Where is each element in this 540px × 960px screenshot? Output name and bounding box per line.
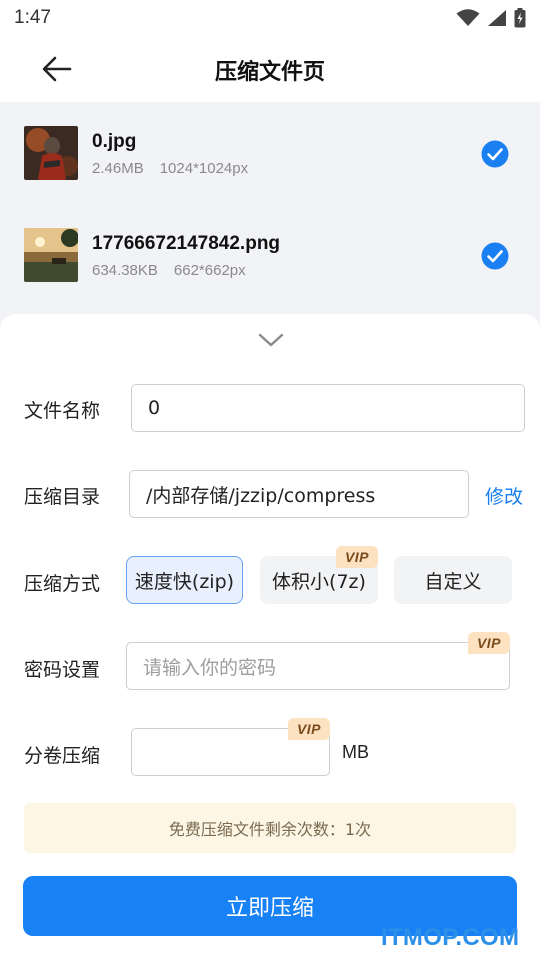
free-quota-notice: 免费压缩文件剩余次数：1次 [24,803,516,853]
method-option-custom[interactable]: 自定义 [394,556,512,604]
vip-badge: VIP [288,718,330,740]
file-name: 17766672147842.png [92,233,281,254]
file-name: 0.jpg [92,131,137,152]
password-label: 密码设置 [24,659,101,681]
wifi-icon [456,9,480,26]
password-placeholder: 请输入你的密码 [143,656,277,679]
method-option-label: 自定义 [424,570,482,593]
directory-value: /内部存储/jzzip/compress [146,484,376,507]
watermark-logo: ITMOP.COM [381,924,520,951]
split-volume-label: 分卷压缩 [24,745,101,767]
file-dimensions: 662*662px [173,262,246,279]
chevron-down-icon [258,333,284,347]
filename-input[interactable]: 0 [131,384,525,432]
file-size: 634.38KB [92,262,158,279]
vip-badge: VIP [336,546,378,568]
free-quota-text: 免费压缩文件剩余次数：1次 [168,820,372,839]
directory-input[interactable]: /内部存储/jzzip/compress [129,470,469,518]
file-selected-checkbox[interactable] [481,242,509,270]
battery-icon [514,8,526,28]
modify-directory-link[interactable]: 修改 [485,482,523,509]
method-label: 压缩方式 [24,573,101,595]
status-bar: 1:47 [0,0,540,36]
directory-label: 压缩目录 [24,486,101,508]
file-meta: 2.46MB 1024*1024px [92,160,248,177]
compress-now-label: 立即压缩 [225,896,314,921]
file-selected-checkbox[interactable] [481,140,509,168]
file-dimensions: 1024*1024px [159,160,249,177]
status-time: 1:47 [14,7,51,28]
check-circle-icon [481,140,509,168]
file-meta: 634.38KB 662*662px [92,262,246,279]
page-title: 压缩文件页 [214,60,325,85]
app-header: 压缩文件页 [0,36,540,102]
filename-value: 0 [148,397,161,419]
file-item[interactable]: 0.jpg 2.46MB 1024*1024px [0,104,540,204]
vip-badge: VIP [468,632,510,654]
method-option-label: 速度快(zip) [134,570,235,593]
filename-label: 文件名称 [24,400,101,422]
collapse-panel-button[interactable] [257,330,285,350]
method-option-zip[interactable]: 速度快(zip) [126,556,243,604]
file-item[interactable]: 17766672147842.png 634.38KB 662*662px [0,206,540,306]
check-circle-icon [481,242,509,270]
method-option-label: 体积小(7z) [272,570,366,593]
split-volume-unit: MB [342,742,369,762]
file-thumbnail [24,228,78,282]
status-icons [456,8,526,28]
password-input[interactable]: 请输入你的密码 [126,642,510,690]
file-thumbnail [24,126,78,180]
signal-icon [488,10,506,26]
file-size: 2.46MB [92,160,144,177]
